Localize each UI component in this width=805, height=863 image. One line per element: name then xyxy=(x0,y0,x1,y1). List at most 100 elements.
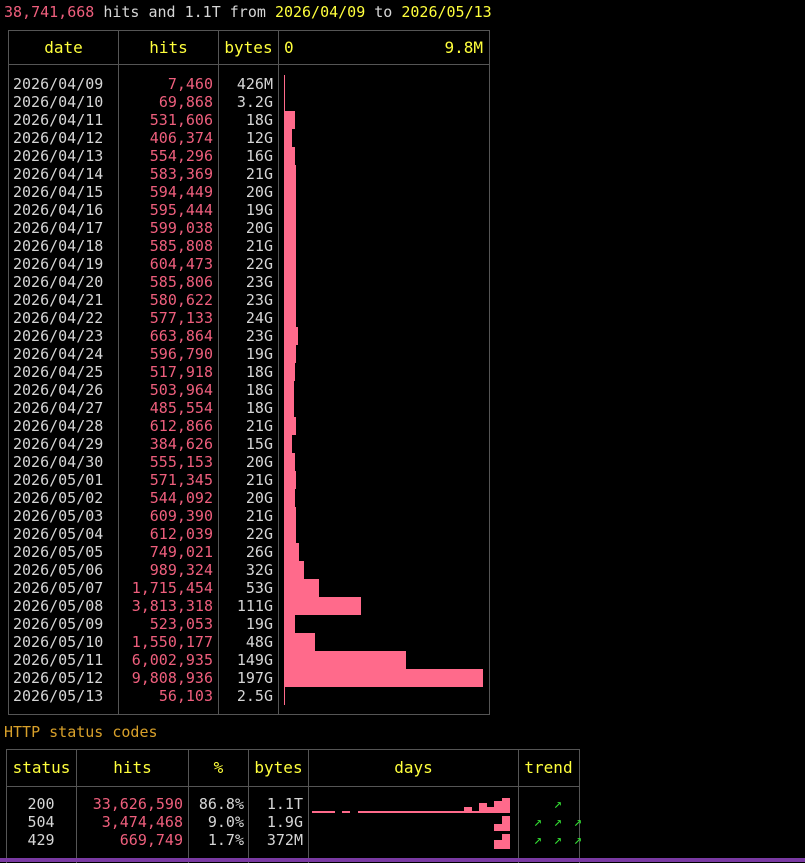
table-row: 2026/04/17 599,038 20G xyxy=(9,219,489,237)
row-hits: 599,038 xyxy=(149,219,213,237)
days-bar xyxy=(502,833,510,849)
http-status-table: status hits % bytes days trend 200 33,626… xyxy=(6,749,582,863)
table-row: 2026/05/05 749,021 26G xyxy=(9,543,489,561)
hits-bar xyxy=(284,201,297,219)
header-days: days xyxy=(394,758,433,777)
table-row: 2026/04/13 554,296 16G xyxy=(9,147,489,165)
row-bytes: 23G xyxy=(245,327,273,345)
table-row: 2026/04/11 531,606 18G xyxy=(9,111,489,129)
hits-bar xyxy=(284,615,295,633)
days-bar xyxy=(494,823,502,831)
row-hits: 554,296 xyxy=(149,147,213,165)
hits-bar xyxy=(284,687,286,705)
row-bytes: 21G xyxy=(245,165,273,183)
header-separator xyxy=(9,64,489,65)
table-row: 2026/04/19 604,473 22G xyxy=(9,255,489,273)
row-date: 2026/04/24 xyxy=(13,345,104,363)
row-hits: 596,790 xyxy=(149,345,213,363)
row-date: 2026/04/30 xyxy=(13,453,104,471)
up-right-arrow-icon: ↗ xyxy=(573,814,583,830)
table-row: 200 33,626,590 86.8% 1.1T ↗ xyxy=(7,795,579,813)
row-bytes: 22G xyxy=(245,255,273,273)
table-row: 2026/04/18 585,808 21G xyxy=(9,237,489,255)
daily-hits-table: date hits bytes 0 9.8M 2026/04/09 7,460 42… xyxy=(8,30,490,715)
header-bytes: bytes xyxy=(254,758,303,777)
row-date: 2026/04/23 xyxy=(13,327,104,345)
row-date: 2026/04/29 xyxy=(13,435,104,453)
start-date: 2026/04/09 xyxy=(274,3,366,21)
hits-bar xyxy=(284,255,297,273)
row-date: 2026/04/09 xyxy=(13,75,104,93)
row-bytes: 15G xyxy=(245,435,273,453)
days-bar xyxy=(502,815,510,831)
row-bytes: 18G xyxy=(245,399,273,417)
trend-cell: ↗ ↗ ↗ xyxy=(521,813,582,831)
days-sparkline xyxy=(312,831,512,849)
row-date: 2026/05/05 xyxy=(13,543,104,561)
row-hits: 583,369 xyxy=(149,165,213,183)
row-bytes: 48G xyxy=(245,633,273,651)
hits-bar xyxy=(284,633,316,651)
days-bar xyxy=(502,797,510,813)
table-row: 2026/04/27 485,554 18G xyxy=(9,399,489,417)
row-hits: 544,092 xyxy=(149,489,213,507)
table-row: 2026/05/03 609,390 21G xyxy=(9,507,489,525)
row-hits: 669,749 xyxy=(119,831,183,849)
row-date: 2026/04/21 xyxy=(13,291,104,309)
row-bytes: 426M xyxy=(236,75,273,93)
hits-bar xyxy=(284,129,293,147)
table-row: 429 669,749 1.7% 372M ↗ ↗ ↗ xyxy=(7,831,582,849)
header-scale-min: 0 xyxy=(284,38,294,57)
days-bar xyxy=(494,801,502,813)
http-status-title: HTTP status codes xyxy=(4,723,158,741)
row-date: 2026/05/06 xyxy=(13,561,104,579)
hits-bar xyxy=(284,453,296,471)
table-row: 2026/05/09 523,053 19G xyxy=(9,615,489,633)
header-separator xyxy=(7,786,579,787)
header-date: date xyxy=(44,38,83,57)
row-bytes: 21G xyxy=(245,237,273,255)
table-row: 2026/05/10 1,550,177 48G xyxy=(9,633,489,651)
row-hits: 594,449 xyxy=(149,183,213,201)
hits-bar xyxy=(284,543,300,561)
header-hits: hits xyxy=(149,38,188,57)
row-bytes: 32G xyxy=(245,561,273,579)
header-hits: hits xyxy=(113,758,152,777)
row-pct: 1.7% xyxy=(207,831,244,849)
row-date: 2026/04/28 xyxy=(13,417,104,435)
row-date: 2026/05/04 xyxy=(13,525,104,543)
row-date: 2026/05/12 xyxy=(13,669,104,687)
table-row: 2026/04/15 594,449 20G xyxy=(9,183,489,201)
table-row: 2026/05/13 56,103 2.5G xyxy=(9,687,489,705)
table-row: 2026/05/04 612,039 22G xyxy=(9,525,489,543)
hits-bar xyxy=(284,93,286,111)
table-row: 2026/04/12 406,374 12G xyxy=(9,129,489,147)
hits-bar xyxy=(284,183,297,201)
hits-bar xyxy=(284,363,295,381)
header-scale-max: 9.8M xyxy=(444,38,483,57)
table-row: 2026/04/29 384,626 15G xyxy=(9,435,489,453)
row-bytes: 2.5G xyxy=(236,687,273,705)
row-bytes: 20G xyxy=(245,219,273,237)
days-bar xyxy=(479,803,487,813)
row-hits: 663,864 xyxy=(149,327,213,345)
row-date: 2026/04/20 xyxy=(13,273,104,291)
summary-line: 38,741,668 hits and 1.1T from 2026/04/09… xyxy=(4,2,492,22)
row-pct: 9.0% xyxy=(207,813,244,831)
row-hits: 555,153 xyxy=(149,453,213,471)
table-row: 2026/04/22 577,133 24G xyxy=(9,309,489,327)
hits-bar xyxy=(284,309,296,327)
row-date: 2026/04/17 xyxy=(13,219,104,237)
row-hits: 9,808,936 xyxy=(131,669,213,687)
row-bytes: 197G xyxy=(236,669,273,687)
trend-cell: ↗ xyxy=(521,795,579,813)
header-trend: trend xyxy=(524,758,573,777)
row-bytes: 26G xyxy=(245,543,273,561)
hits-bar xyxy=(284,381,295,399)
header-pct: % xyxy=(213,758,224,777)
table-row: 2026/04/09 7,460 426M xyxy=(9,75,489,93)
row-date: 2026/05/13 xyxy=(13,687,104,705)
hits-bar xyxy=(284,471,296,489)
hits-bar xyxy=(284,399,294,417)
row-bytes: 21G xyxy=(245,507,273,525)
